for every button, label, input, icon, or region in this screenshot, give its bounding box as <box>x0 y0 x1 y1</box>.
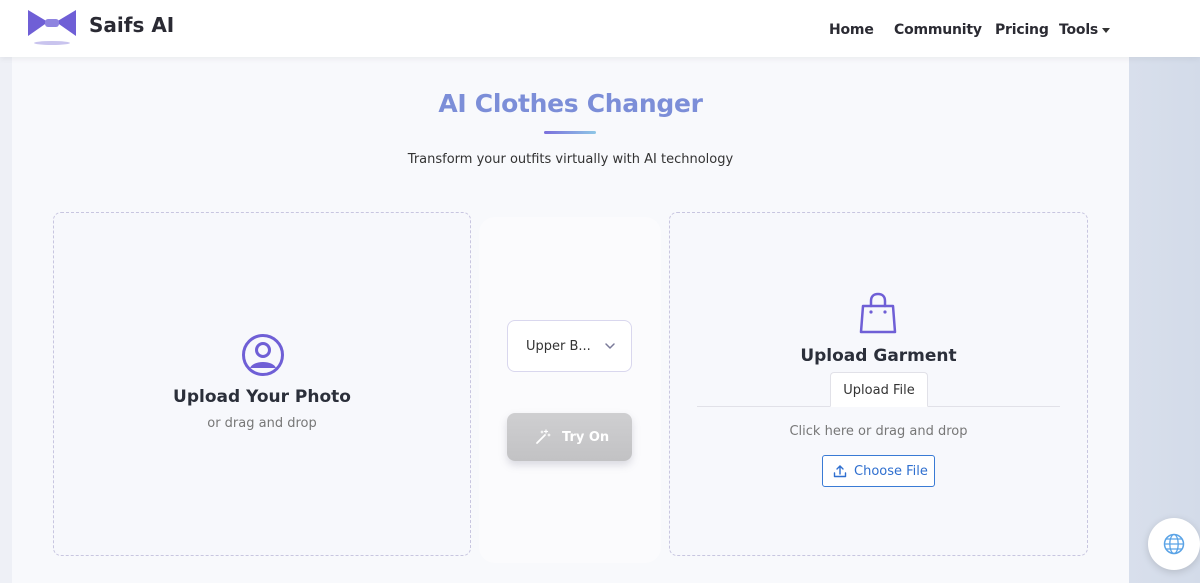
try-on-label: Try On <box>562 430 610 445</box>
page-title: AI Clothes Changer <box>438 89 703 118</box>
nav-community-link[interactable]: Community <box>894 22 982 38</box>
main-nav: Home Community Pricing Tools <box>0 22 1200 42</box>
upload-photo-dropzone[interactable]: Upload Your Photo or drag and drop <box>53 212 471 556</box>
caret-down-icon <box>1102 27 1111 33</box>
user-circle-icon <box>242 334 284 376</box>
nav-tools-label: Tools <box>1059 22 1099 38</box>
shopping-bag-icon <box>859 292 897 334</box>
upload-garment-hint[interactable]: Click here or drag and drop <box>670 424 1087 439</box>
nav-home-link[interactable]: Home <box>829 22 874 38</box>
tab-upload-file-label: Upload File <box>843 383 915 398</box>
title-underline <box>544 131 596 134</box>
main-card: AI Clothes Changer Transform your outfit… <box>12 57 1129 583</box>
garment-type-value: Upper B... <box>526 339 591 354</box>
nav-tools-dropdown[interactable]: Tools <box>1059 22 1111 38</box>
controls-panel: Upper B... Try On <box>479 217 661 563</box>
globe-icon <box>1163 533 1185 555</box>
choose-file-label: Choose File <box>854 464 928 479</box>
upload-photo-title: Upload Your Photo <box>173 387 351 407</box>
choose-file-button[interactable]: Choose File <box>822 455 935 487</box>
garment-type-select[interactable]: Upper B... <box>507 320 632 372</box>
chevron-down-icon <box>605 343 615 349</box>
upload-icon <box>833 465 847 478</box>
upload-garment-title: Upload Garment <box>800 346 957 366</box>
upload-garment-panel: Upload Garment Upload File Click here or… <box>669 212 1088 556</box>
page-subtitle: Transform your outfits virtually with AI… <box>407 152 734 167</box>
top-header: Saifs AI Home Community Pricing Tools <box>0 0 1200 57</box>
tab-upload-file[interactable]: Upload File <box>830 372 928 407</box>
upload-photo-hint: or drag and drop <box>207 416 317 431</box>
language-button[interactable] <box>1148 518 1200 570</box>
magic-wand-icon <box>536 429 551 444</box>
nav-pricing-link[interactable]: Pricing <box>995 22 1049 38</box>
try-on-button[interactable]: Try On <box>507 413 632 461</box>
